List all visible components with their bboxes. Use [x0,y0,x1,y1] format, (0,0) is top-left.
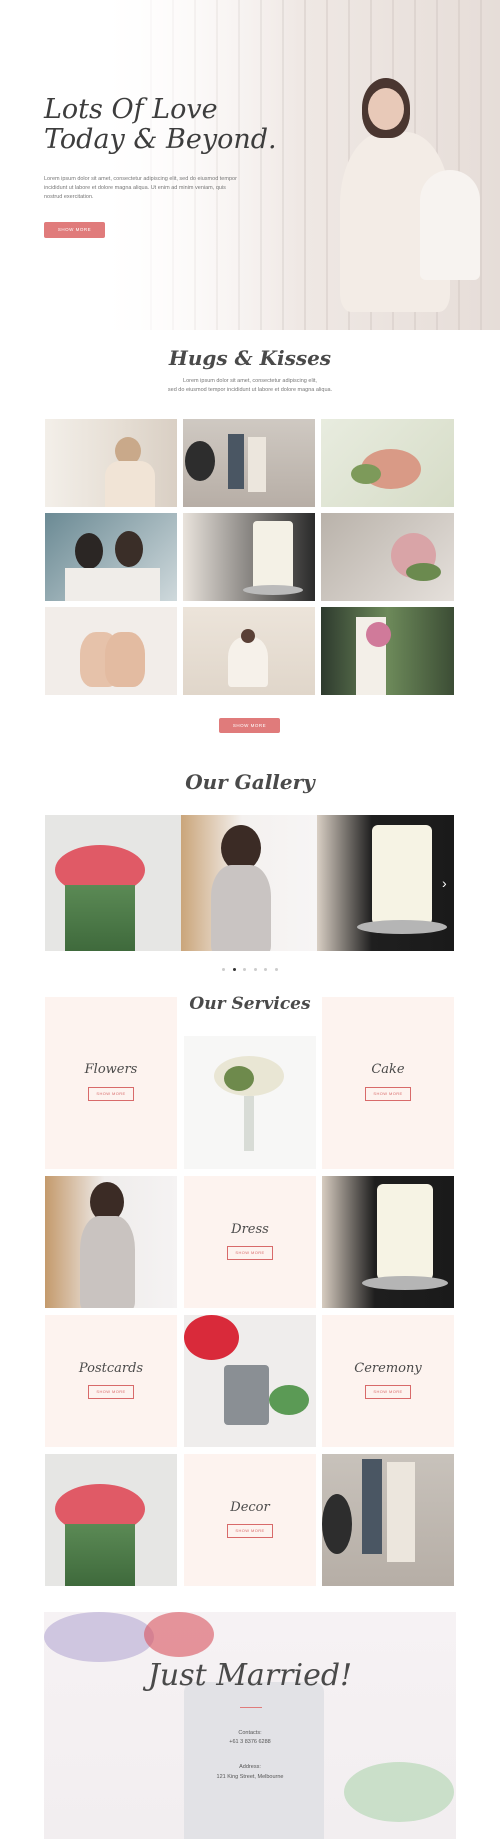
photo-couple-flowers [321,607,454,695]
service-name: Cake [371,1062,405,1077]
gallery-title: Our Gallery [185,770,315,794]
gallery-slide-cake [317,815,454,951]
service-name: Dress [231,1222,269,1237]
hugs-title: Hugs & Kisses [168,346,332,370]
gallery-slide-bride-seated [181,815,317,951]
service-image-flowers-vase [184,1036,316,1169]
photo-bride-window [45,419,177,507]
gallery-dot-active[interactable] [232,968,236,971]
service-show-more-button[interactable]: SHOW MORE [365,1385,411,1399]
gallery-dot[interactable] [222,968,226,971]
service-image-bride-seated [45,1176,177,1308]
service-name: Flowers [84,1062,138,1077]
hero-title-line-2: Today & Beyond. [44,124,277,155]
hugs-show-more-button[interactable]: SHOW MORE [219,718,280,733]
footer-contacts-label: Contacts: [238,1730,262,1736]
service-image-postcard-flatlay [184,1315,316,1447]
service-card-cake: Cake SHOW MORE [322,997,454,1169]
footer-roses-image [144,1612,214,1657]
service-image-carnations [45,1454,177,1586]
footer-title: Just Married! [147,1658,353,1693]
service-card-postcards: Postcards SHOW MORE [45,1315,177,1447]
gallery-dot[interactable] [274,968,278,971]
hugs-text-line-2: sed do eiusmod tempor incididunt ut labo… [167,387,333,393]
service-name: Decor [230,1500,270,1515]
footer-section: Just Married! Contacts: +61 3 8376 6288 … [44,1612,456,1839]
footer-divider [240,1707,262,1708]
hero-section [0,0,500,330]
hero-title: Lots Of Love Today & Beyond. [44,95,277,155]
photo-couple-stairs [183,419,315,507]
service-show-more-button[interactable]: SHOW MORE [88,1087,134,1101]
gallery-pagination [0,958,500,976]
photo-bride-chair [183,607,315,695]
hero-show-more-button[interactable]: SHOW MORE [44,222,105,238]
hugs-text-line-1: Lorem ipsum dolor sit amet, consectetur … [183,378,317,384]
gallery-dot[interactable] [264,968,268,971]
gallery-dot[interactable] [253,968,257,971]
service-card-decor: Decor SHOW MORE [184,1454,316,1586]
hero-chair-image [420,170,480,280]
footer-leaves-image [344,1762,454,1822]
photo-bouquet [321,419,454,507]
hero-description: Lorem ipsum dolor sit amet, consectetur … [44,176,237,200]
hero-title-line-1: Lots Of Love [44,94,218,125]
footer-phone: +61 3 8376 6288 [229,1739,271,1745]
service-card-dress: Dress SHOW MORE [184,1176,316,1308]
service-image-cake [322,1176,454,1308]
footer-card-image [184,1682,324,1839]
service-show-more-button[interactable]: SHOW MORE [365,1087,411,1101]
photo-couple-veil [45,513,177,601]
service-name: Ceremony [354,1361,422,1376]
photo-cake-cutting [183,513,315,601]
photo-holding-bouquet [321,513,454,601]
service-show-more-button[interactable]: SHOW MORE [227,1246,273,1260]
gallery-next-arrow[interactable]: › [442,875,447,891]
gallery-dot[interactable] [243,968,247,971]
service-show-more-button[interactable]: SHOW MORE [88,1385,134,1399]
photo-rings-hands [45,607,177,695]
service-image-couple-stairs [322,1454,454,1586]
footer-address: 121 King Street, Melbourne [216,1774,284,1780]
service-name: Postcards [78,1361,144,1376]
footer-flowers-image [44,1612,154,1662]
service-card-ceremony: Ceremony SHOW MORE [322,1315,454,1447]
service-card-flowers: Flowers SHOW MORE [45,997,177,1169]
footer-address-label: Address: [239,1764,261,1770]
service-show-more-button[interactable]: SHOW MORE [227,1524,273,1538]
gallery-slide-carnations [45,815,181,951]
